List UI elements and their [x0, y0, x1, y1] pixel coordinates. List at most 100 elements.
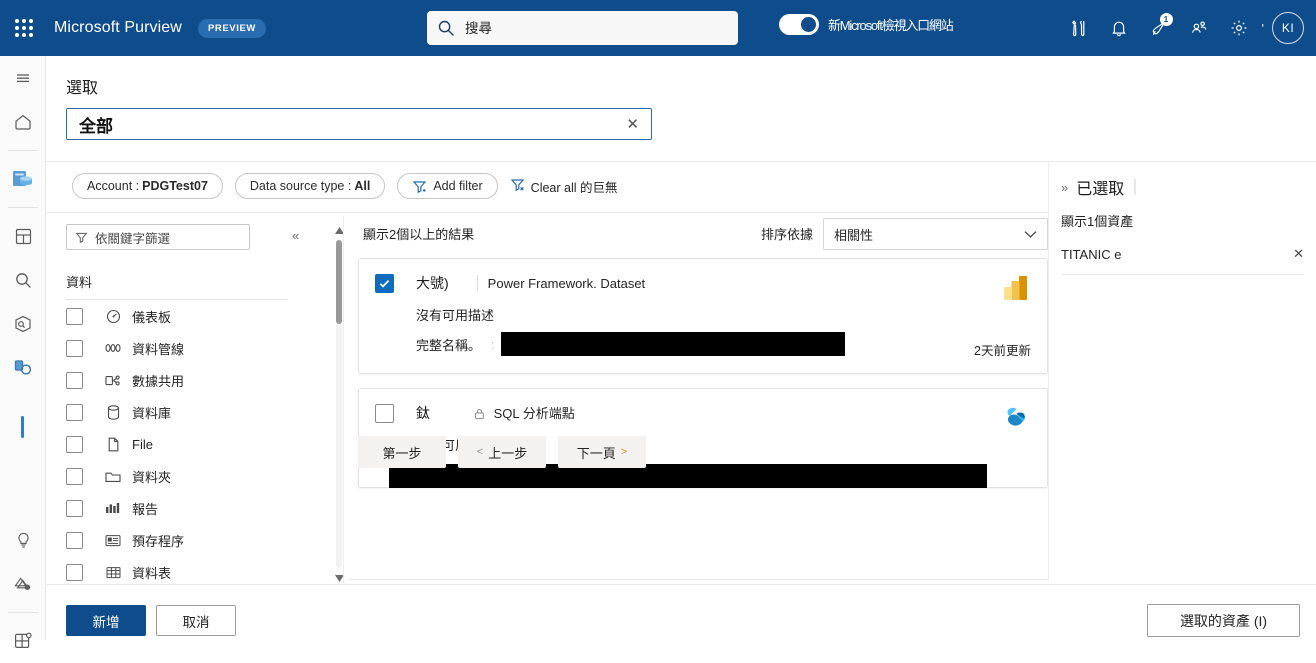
selected-asset-item[interactable]: TITANIC e ✕ [1061, 246, 1304, 275]
preview-badge: PREVIEW [197, 18, 266, 38]
clear-all-filters-button[interactable]: Clear all 的巨無 [510, 177, 618, 196]
selected-panel-header: » 已選取 [1049, 161, 1316, 199]
facet-item-report[interactable]: 報告 [66, 492, 356, 524]
chip-label: Data source type : [249, 179, 352, 193]
facet-results-divider [343, 216, 344, 584]
hamburger-menu-icon[interactable] [0, 56, 46, 100]
gear-icon[interactable] [1222, 11, 1256, 45]
data-share-icon [104, 371, 122, 389]
chip-value: PDGTest07 [142, 179, 208, 193]
facet-checkbox[interactable] [66, 563, 83, 581]
data-estate-icon[interactable] [0, 346, 46, 390]
waffle-grid-icon[interactable] [0, 0, 48, 56]
asset-search-input[interactable] [77, 110, 623, 138]
cancel-button[interactable]: 取消 [156, 605, 236, 636]
data-products-icon[interactable] [0, 302, 46, 346]
facet-checkbox[interactable] [66, 435, 83, 453]
dashboard-icon [104, 307, 122, 325]
chips-divider [46, 212, 1048, 213]
result-fullname-redacted [500, 332, 845, 356]
facet-group-title: 資料 [66, 275, 93, 290]
search-icon [437, 19, 455, 37]
next-page-button[interactable]: 下一頁 > [558, 436, 646, 468]
remove-selected-asset-icon[interactable]: ✕ [1293, 246, 1304, 262]
bell-icon[interactable] [1102, 11, 1136, 45]
selected-assets-button[interactable]: 選取的資產 (I) [1147, 604, 1300, 637]
facet-item-pipeline[interactable]: 資料管線 [66, 332, 356, 364]
chevron-right-icon: > [620, 446, 628, 458]
report-icon [104, 499, 122, 517]
data-sharing-icon[interactable] [0, 562, 46, 606]
app-brand-title: Microsoft Purview [54, 19, 182, 36]
add-filter-button[interactable]: Add filter [397, 173, 498, 199]
facet-checkbox[interactable] [66, 403, 83, 421]
collapse-facets-icon[interactable]: « [292, 228, 299, 243]
new-portal-toggle[interactable]: 新Microsoft檢視入口網站 [779, 14, 954, 35]
data-catalog-icon[interactable] [0, 214, 46, 258]
megaphone-icon[interactable]: 1 [1142, 11, 1176, 45]
avatar[interactable]: KI [1272, 12, 1304, 44]
result-fullname-label: 完整名稱。 [416, 337, 482, 353]
result-asset-name: 大號) [416, 275, 449, 291]
scroll-thumb[interactable] [336, 240, 342, 324]
facet-item-label: 報告 [132, 501, 159, 517]
asset-search-box[interactable]: ✕ [66, 108, 652, 140]
facet-item-stored-procedure[interactable]: 預存程序 [66, 524, 356, 556]
facet-item-label: 預存程序 [132, 533, 185, 549]
home-icon[interactable] [0, 100, 46, 144]
facet-checkbox[interactable] [66, 307, 83, 325]
toggle-switch[interactable] [779, 14, 819, 35]
results-count: 顯示2個以上的結果 [363, 226, 475, 242]
clear-search-icon[interactable]: ✕ [622, 117, 643, 132]
facet-checkbox[interactable] [66, 467, 83, 485]
filter-chip-account[interactable]: Account : PDGTest07 [72, 173, 223, 199]
card-divider [476, 275, 478, 291]
solutions-grid-icon[interactable] [0, 619, 46, 663]
facet-checkbox[interactable] [66, 339, 83, 357]
search-icon[interactable] [0, 258, 46, 302]
previous-page-button[interactable]: < 上一步 [458, 436, 546, 468]
filter-chip-datasource-type[interactable]: Data source type : All [234, 173, 386, 199]
facet-keyword-placeholder: 依關鍵字篩選 [95, 231, 171, 246]
filter-icon [75, 231, 88, 244]
insights-idea-icon[interactable] [0, 518, 46, 562]
previous-page-label: 上一步 [488, 445, 528, 461]
result-asset-type-label: SQL 分析端點 [493, 406, 575, 421]
lock-icon [474, 408, 489, 423]
result-card[interactable]: 大號) Power Framework. Dataset 沒有可用描述 完整名稱… [358, 258, 1048, 374]
people-community-icon[interactable] [1182, 11, 1216, 45]
first-page-label: 第一步 [382, 445, 422, 461]
result-updated-text: 2天前更新 [974, 344, 1031, 358]
data-map-icon[interactable] [0, 157, 46, 201]
filter-add-icon [412, 179, 427, 194]
facet-keyword-filter[interactable]: 依關鍵字篩選 [66, 224, 250, 250]
chevron-left-icon: < [476, 446, 484, 458]
facet-item-label: 資料表 [132, 565, 172, 581]
facet-item-label: 資料管線 [132, 341, 185, 357]
facet-checkbox[interactable] [66, 531, 83, 549]
facet-checkbox[interactable] [66, 499, 83, 517]
page-title: 選取 [66, 80, 99, 97]
facet-item-folder[interactable]: 資料夾 [66, 460, 356, 492]
facet-item-data-share[interactable]: 數據共用 [66, 364, 356, 396]
global-search-box[interactable] [427, 11, 738, 45]
global-search-input[interactable] [463, 13, 728, 43]
collapse-selected-panel-icon[interactable]: » [1061, 180, 1068, 195]
result-checkbox-unchecked[interactable] [375, 403, 394, 423]
result-description: 沒有可用描述 [416, 308, 495, 323]
facet-checkbox[interactable] [66, 371, 83, 389]
stored-procedure-icon [104, 531, 122, 549]
sort-by-dropdown[interactable]: 相關性 [823, 218, 1048, 250]
add-button[interactable]: 新增 [66, 605, 146, 636]
tools-icon[interactable] [1062, 11, 1096, 45]
result-checkbox-checked[interactable] [375, 273, 394, 293]
rail-divider [7, 612, 38, 613]
first-page-button[interactable]: 第一步 [358, 436, 446, 468]
facet-item-label: 資料夾 [132, 469, 172, 485]
facet-item-database[interactable]: 資料庫 [66, 396, 356, 428]
facet-item-file[interactable]: File [66, 428, 356, 460]
chip-label: Add filter [433, 179, 483, 193]
facet-item-dashboard[interactable]: 儀表板 [66, 300, 356, 332]
toggle-label: 新Microsoft檢視入口網站 [828, 18, 954, 33]
result-asset-type: Power Framework. Dataset [487, 275, 646, 291]
